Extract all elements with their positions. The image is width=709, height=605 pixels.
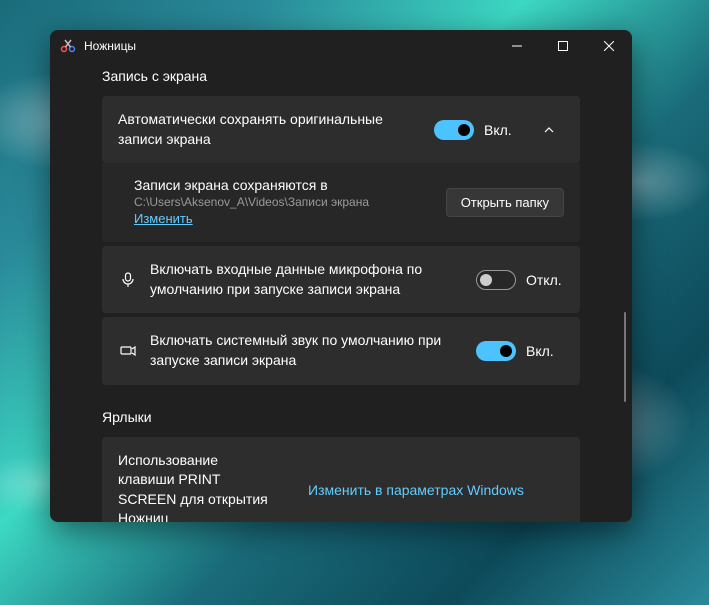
setting-system-audio: Включать системный звук по умолчанию при… [102,317,580,384]
autosave-label: Автоматически сохранять оригинальные зап… [118,110,422,149]
shortcut-printscreen: Использование клавиши PRINT SCREEN для о… [102,437,580,522]
system-audio-toggle[interactable] [476,341,516,361]
chevron-up-icon[interactable] [534,124,564,136]
maximize-button[interactable] [540,30,586,62]
autosave-toggle[interactable] [434,120,474,140]
system-audio-icon [118,342,138,360]
save-location-panel: Записи экрана сохраняются в C:\Users\Aks… [102,163,580,242]
titlebar[interactable]: Ножницы [50,30,632,62]
system-audio-label: Включать системный звук по умолчанию при… [150,331,464,370]
save-location-path: C:\Users\Aksenov_A\Videos\Записи экрана [134,195,430,209]
app-icon [60,38,76,54]
autosave-state: Вкл. [484,122,522,138]
system-audio-state: Вкл. [526,343,564,359]
section-shortcuts-title: Ярлыки [102,409,580,425]
window-controls [494,30,632,62]
open-folder-button[interactable]: Открыть папку [446,188,564,217]
settings-content: Запись с экрана Автоматически сохранять … [50,62,632,522]
shortcut-label: Использование клавиши PRINT SCREEN для о… [118,451,268,522]
microphone-toggle[interactable] [476,270,516,290]
scrollbar-thumb[interactable] [624,312,626,402]
window-title: Ножницы [84,39,494,53]
app-window: Ножницы Запись с экрана Автоматически со… [50,30,632,522]
microphone-state: Откл. [526,272,564,288]
microphone-label: Включать входные данные микрофона по умо… [150,260,464,299]
save-location-title: Записи экрана сохраняются в [134,177,430,193]
setting-autosave[interactable]: Автоматически сохранять оригинальные зап… [102,96,580,163]
setting-microphone: Включать входные данные микрофона по умо… [102,246,580,313]
change-location-link[interactable]: Изменить [134,211,193,226]
section-recording-title: Запись с экрана [102,68,580,84]
close-button[interactable] [586,30,632,62]
shortcut-settings-link[interactable]: Изменить в параметрах Windows [308,482,524,498]
minimize-button[interactable] [494,30,540,62]
microphone-icon [118,271,138,289]
